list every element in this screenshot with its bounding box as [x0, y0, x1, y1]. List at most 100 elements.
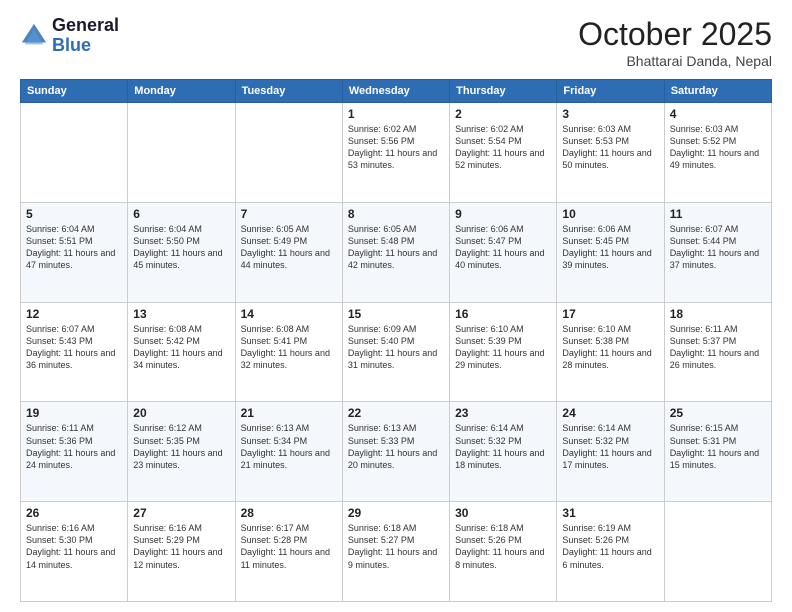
day-number: 4	[670, 107, 766, 121]
day-info: Sunrise: 6:13 AM Sunset: 5:33 PM Dayligh…	[348, 422, 444, 471]
day-number: 11	[670, 207, 766, 221]
day-info: Sunrise: 6:19 AM Sunset: 5:26 PM Dayligh…	[562, 522, 658, 571]
day-info: Sunrise: 6:05 AM Sunset: 5:48 PM Dayligh…	[348, 223, 444, 272]
day-info: Sunrise: 6:04 AM Sunset: 5:50 PM Dayligh…	[133, 223, 229, 272]
day-number: 20	[133, 406, 229, 420]
day-info: Sunrise: 6:10 AM Sunset: 5:39 PM Dayligh…	[455, 323, 551, 372]
day-number: 9	[455, 207, 551, 221]
day-info: Sunrise: 6:15 AM Sunset: 5:31 PM Dayligh…	[670, 422, 766, 471]
header: General Blue October 2025 Bhattarai Dand…	[20, 16, 772, 69]
day-number: 10	[562, 207, 658, 221]
day-cell: 27 Sunrise: 6:16 AM Sunset: 5:29 PM Dayli…	[128, 502, 235, 602]
day-cell: 18Sunrise: 6:11 AM Sunset: 5:37 PM Dayli…	[664, 302, 771, 402]
weekday-header-tuesday: Tuesday	[235, 80, 342, 103]
day-cell: 1 Sunrise: 6:02 AM Sunset: 5:56 PM Daylig…	[342, 103, 449, 203]
day-info: Sunrise: 6:07 AM Sunset: 5:44 PM Dayligh…	[670, 223, 766, 272]
logo-text: General Blue	[52, 16, 119, 56]
day-info: Sunrise: 6:05 AM Sunset: 5:49 PM Dayligh…	[241, 223, 337, 272]
day-cell: 8 Sunrise: 6:05 AM Sunset: 5:48 PM Daylig…	[342, 202, 449, 302]
day-cell: 3 Sunrise: 6:03 AM Sunset: 5:53 PM Daylig…	[557, 103, 664, 203]
day-number: 17	[562, 307, 658, 321]
day-cell: 19Sunrise: 6:11 AM Sunset: 5:36 PM Dayli…	[21, 402, 128, 502]
day-number: 18	[670, 307, 766, 321]
day-number: 31	[562, 506, 658, 520]
logo-line2: Blue	[52, 36, 119, 56]
day-number: 8	[348, 207, 444, 221]
day-number: 1	[348, 107, 444, 121]
weekday-header-sunday: Sunday	[21, 80, 128, 103]
day-cell: 15 Sunrise: 6:09 AM Sunset: 5:40 PM Dayli…	[342, 302, 449, 402]
day-cell: 28 Sunrise: 6:17 AM Sunset: 5:28 PM Dayli…	[235, 502, 342, 602]
day-number: 27	[133, 506, 229, 520]
calendar-table: SundayMondayTuesdayWednesdayThursdayFrid…	[20, 79, 772, 602]
day-info: Sunrise: 6:03 AM Sunset: 5:53 PM Dayligh…	[562, 123, 658, 172]
day-cell: 26Sunrise: 6:16 AM Sunset: 5:30 PM Dayli…	[21, 502, 128, 602]
day-info: Sunrise: 6:08 AM Sunset: 5:42 PM Dayligh…	[133, 323, 229, 372]
day-info: Sunrise: 6:06 AM Sunset: 5:47 PM Dayligh…	[455, 223, 551, 272]
day-number: 3	[562, 107, 658, 121]
weekday-header-friday: Friday	[557, 80, 664, 103]
weekday-header-monday: Monday	[128, 80, 235, 103]
day-number: 19	[26, 406, 122, 420]
day-number: 22	[348, 406, 444, 420]
day-info: Sunrise: 6:08 AM Sunset: 5:41 PM Dayligh…	[241, 323, 337, 372]
day-number: 5	[26, 207, 122, 221]
day-cell: 29 Sunrise: 6:18 AM Sunset: 5:27 PM Dayli…	[342, 502, 449, 602]
day-cell: 12Sunrise: 6:07 AM Sunset: 5:43 PM Dayli…	[21, 302, 128, 402]
day-number: 29	[348, 506, 444, 520]
day-info: Sunrise: 6:16 AM Sunset: 5:30 PM Dayligh…	[26, 522, 122, 571]
day-info: Sunrise: 6:04 AM Sunset: 5:51 PM Dayligh…	[26, 223, 122, 272]
day-number: 15	[348, 307, 444, 321]
day-cell: 25 Sunrise: 6:15 AM Sunset: 5:31 PM Dayli…	[664, 402, 771, 502]
day-cell: 9 Sunrise: 6:06 AM Sunset: 5:47 PM Daylig…	[450, 202, 557, 302]
day-number: 2	[455, 107, 551, 121]
day-number: 7	[241, 207, 337, 221]
day-cell	[21, 103, 128, 203]
weekday-header-thursday: Thursday	[450, 80, 557, 103]
day-cell: 2 Sunrise: 6:02 AM Sunset: 5:54 PM Daylig…	[450, 103, 557, 203]
day-info: Sunrise: 6:09 AM Sunset: 5:40 PM Dayligh…	[348, 323, 444, 372]
calendar-title: October 2025	[578, 16, 772, 53]
day-number: 24	[562, 406, 658, 420]
day-info: Sunrise: 6:12 AM Sunset: 5:35 PM Dayligh…	[133, 422, 229, 471]
day-cell: 17 Sunrise: 6:10 AM Sunset: 5:38 PM Dayli…	[557, 302, 664, 402]
week-row-3: 12Sunrise: 6:07 AM Sunset: 5:43 PM Dayli…	[21, 302, 772, 402]
day-cell: 5 Sunrise: 6:04 AM Sunset: 5:51 PM Daylig…	[21, 202, 128, 302]
calendar-subtitle: Bhattarai Danda, Nepal	[578, 53, 772, 69]
day-number: 14	[241, 307, 337, 321]
day-info: Sunrise: 6:14 AM Sunset: 5:32 PM Dayligh…	[562, 422, 658, 471]
day-cell: 23 Sunrise: 6:14 AM Sunset: 5:32 PM Dayli…	[450, 402, 557, 502]
day-cell: 16Sunrise: 6:10 AM Sunset: 5:39 PM Dayli…	[450, 302, 557, 402]
day-cell: 31 Sunrise: 6:19 AM Sunset: 5:26 PM Dayli…	[557, 502, 664, 602]
logo-line1: General	[52, 16, 119, 36]
week-row-2: 5 Sunrise: 6:04 AM Sunset: 5:51 PM Daylig…	[21, 202, 772, 302]
weekday-header-wednesday: Wednesday	[342, 80, 449, 103]
day-number: 28	[241, 506, 337, 520]
logo: General Blue	[20, 16, 119, 56]
day-info: Sunrise: 6:02 AM Sunset: 5:56 PM Dayligh…	[348, 123, 444, 172]
day-cell: 4Sunrise: 6:03 AM Sunset: 5:52 PM Daylig…	[664, 103, 771, 203]
day-info: Sunrise: 6:02 AM Sunset: 5:54 PM Dayligh…	[455, 123, 551, 172]
day-number: 21	[241, 406, 337, 420]
day-cell: 14 Sunrise: 6:08 AM Sunset: 5:41 PM Dayli…	[235, 302, 342, 402]
week-row-4: 19Sunrise: 6:11 AM Sunset: 5:36 PM Dayli…	[21, 402, 772, 502]
day-info: Sunrise: 6:13 AM Sunset: 5:34 PM Dayligh…	[241, 422, 337, 471]
day-info: Sunrise: 6:17 AM Sunset: 5:28 PM Dayligh…	[241, 522, 337, 571]
day-info: Sunrise: 6:07 AM Sunset: 5:43 PM Dayligh…	[26, 323, 122, 372]
title-block: October 2025 Bhattarai Danda, Nepal	[578, 16, 772, 69]
day-number: 23	[455, 406, 551, 420]
page: General Blue October 2025 Bhattarai Dand…	[0, 0, 792, 612]
day-cell	[235, 103, 342, 203]
day-info: Sunrise: 6:14 AM Sunset: 5:32 PM Dayligh…	[455, 422, 551, 471]
day-cell: 11 Sunrise: 6:07 AM Sunset: 5:44 PM Dayli…	[664, 202, 771, 302]
day-cell: 7 Sunrise: 6:05 AM Sunset: 5:49 PM Daylig…	[235, 202, 342, 302]
day-info: Sunrise: 6:16 AM Sunset: 5:29 PM Dayligh…	[133, 522, 229, 571]
weekday-header-row: SundayMondayTuesdayWednesdayThursdayFrid…	[21, 80, 772, 103]
day-cell: 21 Sunrise: 6:13 AM Sunset: 5:34 PM Dayli…	[235, 402, 342, 502]
day-cell	[664, 502, 771, 602]
day-info: Sunrise: 6:18 AM Sunset: 5:27 PM Dayligh…	[348, 522, 444, 571]
day-cell: 24 Sunrise: 6:14 AM Sunset: 5:32 PM Dayli…	[557, 402, 664, 502]
day-cell: 22 Sunrise: 6:13 AM Sunset: 5:33 PM Dayli…	[342, 402, 449, 502]
day-info: Sunrise: 6:10 AM Sunset: 5:38 PM Dayligh…	[562, 323, 658, 372]
day-number: 25	[670, 406, 766, 420]
